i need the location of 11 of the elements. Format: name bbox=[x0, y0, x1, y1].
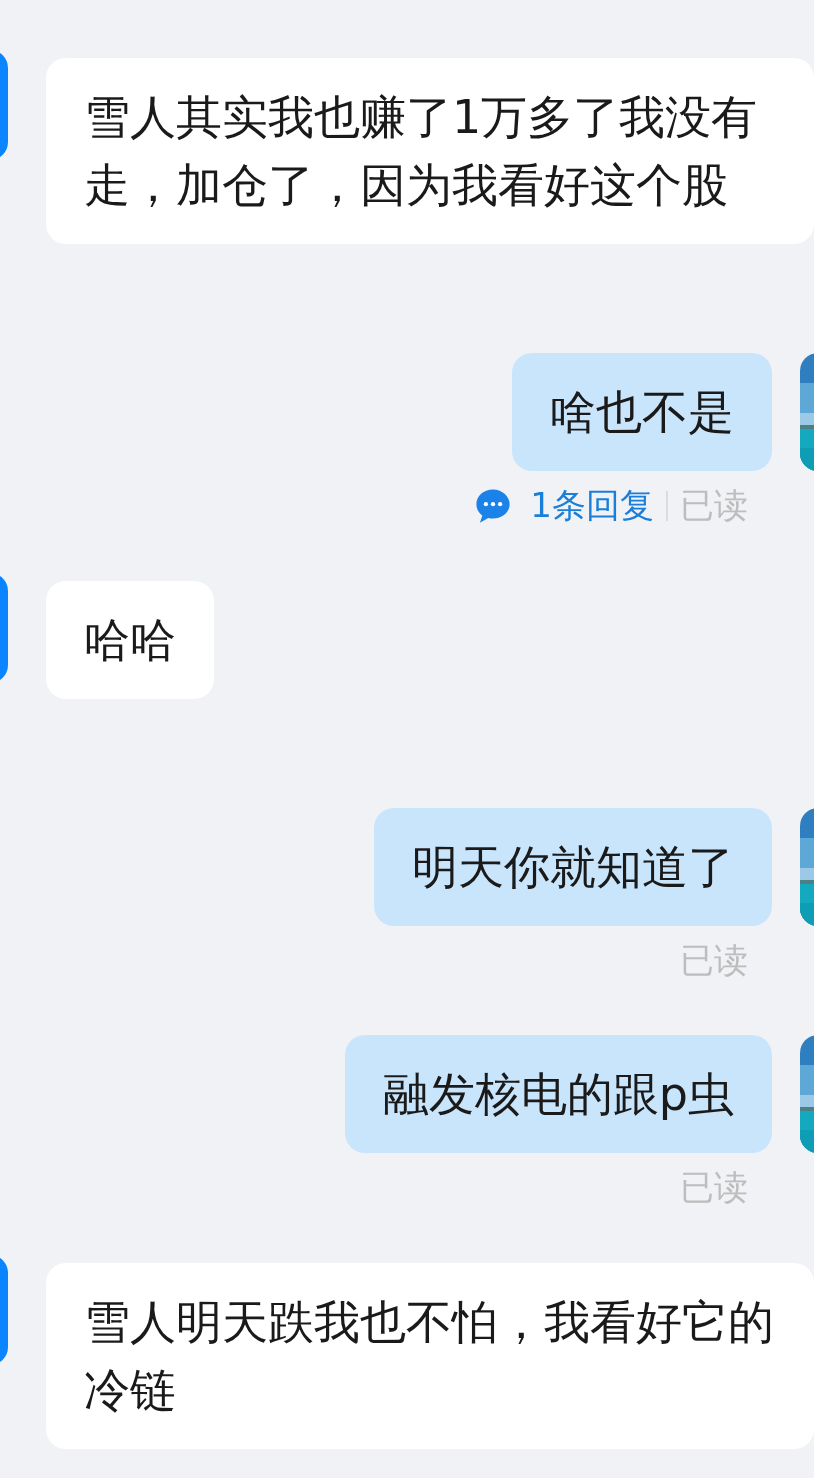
message-bubble: 雪人明天跌我也不怕，我看好它的冷链 bbox=[46, 1263, 814, 1449]
read-status: 已读 bbox=[680, 484, 748, 527]
comment-icon bbox=[474, 487, 513, 525]
message-bubble: 哈哈 bbox=[46, 581, 214, 699]
read-status: 已读 bbox=[680, 939, 748, 982]
message-bubble: 雪人其实我也赚了1万多了我没有走，加仓了，因为我看好这个股 bbox=[46, 58, 814, 244]
message-bubble: 啥也不是 bbox=[512, 353, 772, 471]
reply-count-link[interactable]: 1条回复 bbox=[530, 483, 654, 529]
message-bubble: 融发核电的跟p虫 bbox=[344, 1035, 772, 1153]
read-status: 已读 bbox=[680, 1166, 748, 1209]
message-bubble: 明天你就知道了 bbox=[374, 808, 772, 926]
